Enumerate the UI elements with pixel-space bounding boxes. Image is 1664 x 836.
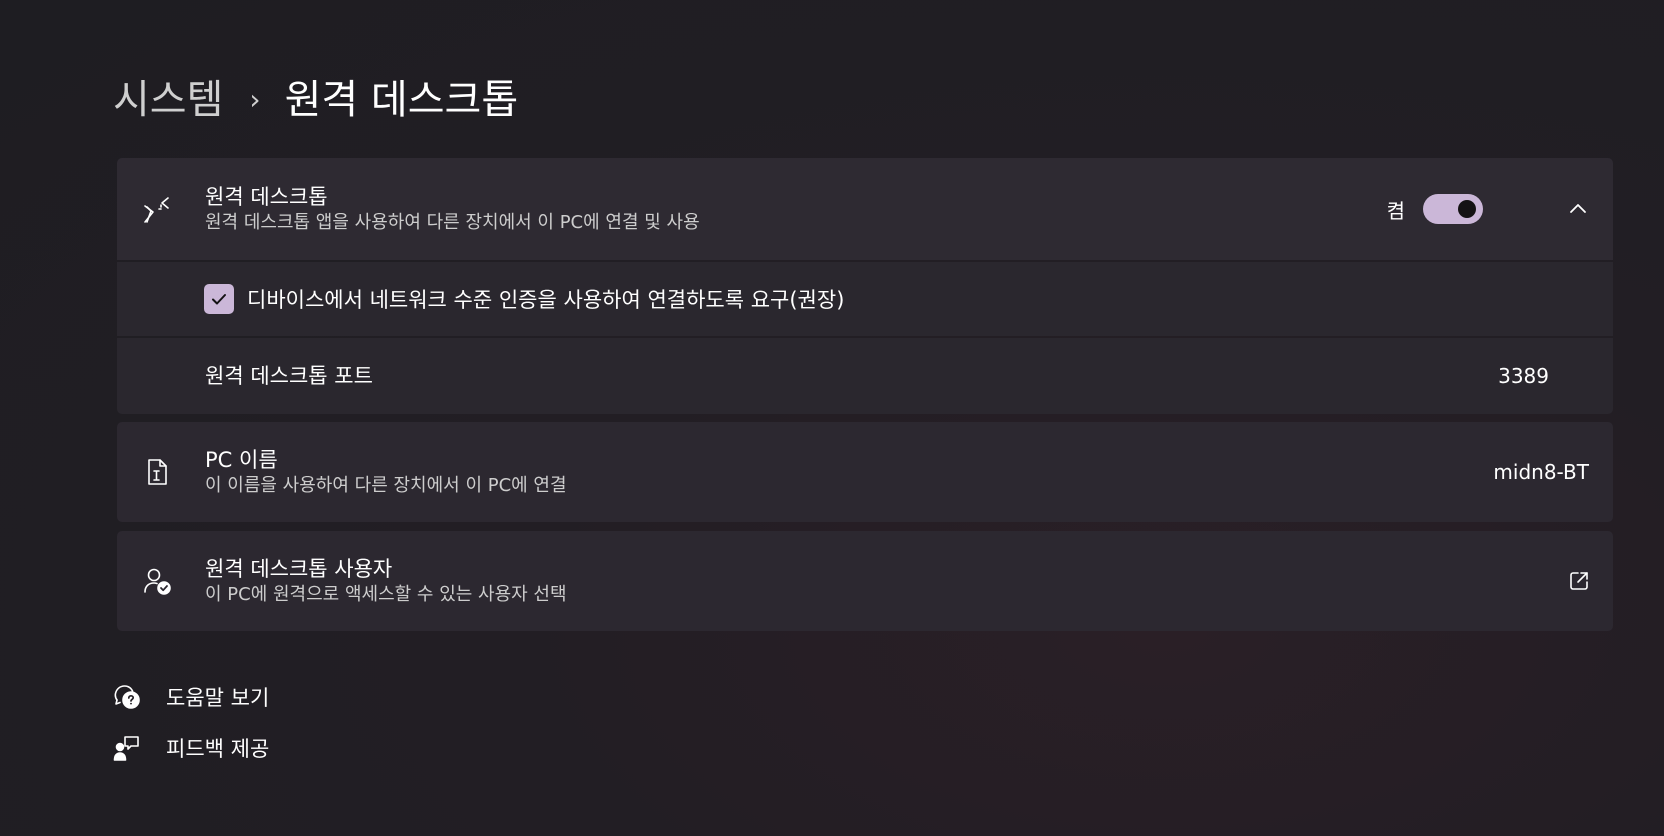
give-feedback-link[interactable]: 피드백 제공	[113, 733, 269, 763]
pc-name-icon	[142, 457, 172, 487]
user-check-icon	[142, 566, 172, 596]
port-row: 원격 데스크톱 포트 3389	[117, 338, 1613, 414]
remote-desktop-toggle[interactable]	[1423, 194, 1483, 224]
remote-users-text: 원격 데스크톱 사용자 이 PC에 원격으로 액세스할 수 있는 사용자 선택	[205, 555, 567, 607]
remote-desktop-title: 원격 데스크톱	[205, 185, 328, 209]
pc-name-text: PC 이름 이 이름을 사용하여 다른 장치에서 이 PC에 연결	[205, 446, 567, 498]
get-help-label[interactable]: 도움말 보기	[166, 682, 269, 712]
breadcrumb-separator: ›	[249, 83, 261, 116]
toggle-state-label: 켬	[1386, 198, 1405, 223]
toggle-knob	[1458, 200, 1476, 218]
breadcrumb: 시스템 › 원격 데스크톱	[113, 70, 518, 130]
get-help-link[interactable]: 도움말 보기	[113, 682, 269, 712]
remote-desktop-card: 원격 데스크톱 원격 데스크톱 앱을 사용하여 다른 장치에서 이 PC에 연결…	[117, 158, 1613, 414]
remote-desktop-users-card[interactable]: 원격 데스크톱 사용자 이 PC에 원격으로 액세스할 수 있는 사용자 선택	[117, 531, 1613, 631]
nla-checkbox[interactable]	[204, 284, 234, 314]
feedback-icon	[113, 734, 141, 762]
remote-desktop-description: 원격 데스크톱 앱을 사용하여 다른 장치에서 이 PC에 연결 및 사용	[205, 212, 700, 233]
port-label-wrap: 원격 데스크톱 포트	[205, 362, 373, 390]
port-value: 3389	[1498, 364, 1549, 388]
nla-checkbox-label[interactable]: 디바이스에서 네트워크 수준 인증을 사용하여 연결하도록 요구(권장)	[247, 284, 844, 314]
nla-row: 디바이스에서 네트워크 수준 인증을 사용하여 연결하도록 요구(권장)	[117, 262, 1613, 336]
port-label: 원격 데스크톱 포트	[205, 364, 373, 388]
remote-users-title: 원격 데스크톱 사용자	[205, 557, 393, 581]
help-icon	[113, 683, 141, 711]
pc-name-title: PC 이름	[205, 448, 278, 472]
chevron-up-icon[interactable]	[1567, 198, 1589, 220]
pc-name-card: PC 이름 이 이름을 사용하여 다른 장치에서 이 PC에 연결 midn8-…	[117, 422, 1613, 522]
remote-desktop-header[interactable]: 원격 데스크톱 원격 데스크톱 앱을 사용하여 다른 장치에서 이 PC에 연결…	[117, 158, 1613, 260]
give-feedback-label[interactable]: 피드백 제공	[166, 733, 269, 763]
remote-desktop-text: 원격 데스크톱 원격 데스크톱 앱을 사용하여 다른 장치에서 이 PC에 연결…	[205, 183, 700, 235]
open-external-icon[interactable]	[1567, 569, 1591, 593]
remote-desktop-icon	[142, 194, 172, 224]
remote-desktop-toggle-wrap: 켬	[1387, 194, 1483, 224]
page-title: 원격 데스크톱	[284, 77, 519, 123]
remote-users-description: 이 PC에 원격으로 액세스할 수 있는 사용자 선택	[205, 584, 567, 605]
breadcrumb-parent-system[interactable]: 시스템	[113, 70, 223, 130]
pc-name-description: 이 이름을 사용하여 다른 장치에서 이 PC에 연결	[205, 475, 567, 496]
pc-name-value: midn8-BT	[1493, 460, 1589, 484]
